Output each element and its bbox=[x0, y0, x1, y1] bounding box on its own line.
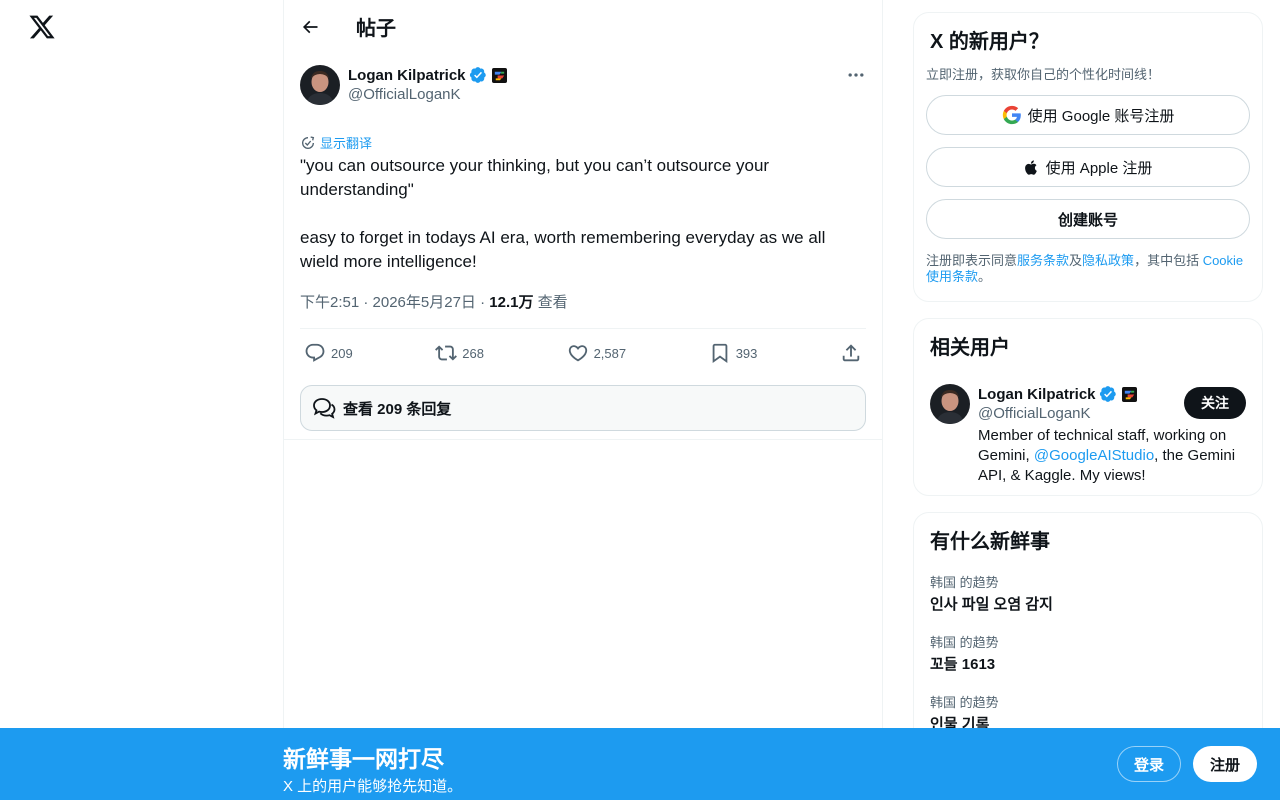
google-signup-button[interactable]: 使用 Google 账号注册 bbox=[926, 95, 1250, 135]
author-name[interactable]: Logan Kilpatrick bbox=[348, 67, 466, 84]
privacy-policy-link[interactable]: 隐私政策 bbox=[1082, 253, 1134, 268]
more-options-icon[interactable] bbox=[846, 65, 866, 85]
related-user-top: Logan Kilpatrick @OfficialLoganK 关注 bbox=[978, 384, 1246, 422]
like-count: 2,587 bbox=[593, 345, 627, 361]
verified-badge-icon bbox=[1099, 386, 1116, 402]
views-count: 12.1万 bbox=[489, 294, 534, 311]
trend-context: 韩国 的趋势 bbox=[930, 695, 999, 710]
related-users-title: 相关用户 bbox=[930, 337, 1010, 359]
create-account-label: 创建账号 bbox=[1057, 211, 1118, 229]
related-user-body: Logan Kilpatrick @OfficialLoganK 关注 Memb… bbox=[978, 384, 1246, 486]
trend-context: 韩国 的趋势 bbox=[930, 635, 999, 650]
right-sidebar: X 的新用户？ 立即注册，获取你自己的个性化时间线！ 使用 Google 账号注… bbox=[913, 12, 1263, 800]
signup-terms: 注册即表示同意服务条款及隐私政策，其中包括 Cookie 使用条款。 bbox=[926, 253, 1250, 285]
terms-and: 及 bbox=[1069, 253, 1083, 268]
translate-label: 显示翻译 bbox=[320, 136, 373, 151]
share-button[interactable] bbox=[840, 342, 862, 364]
author-handle[interactable]: @OfficialLoganK bbox=[348, 86, 846, 103]
login-prompt-bar: 新鲜事一网打尽 X 上的用户能够抢先知道。 登录 注册 bbox=[0, 728, 1280, 800]
trend-name: 인사 파일 오염 감지 bbox=[930, 596, 1053, 613]
apple-signup-label: 使用 Apple 注册 bbox=[1045, 159, 1153, 177]
author-name-line: Logan Kilpatrick bbox=[348, 65, 846, 85]
x-logo-icon[interactable] bbox=[28, 13, 56, 41]
bookmark-button[interactable]: 393 bbox=[709, 342, 758, 364]
login-prompt-text: 新鲜事一网打尽 X 上的用户能够抢先知道。 bbox=[283, 740, 462, 796]
apple-signup-button[interactable]: 使用 Apple 注册 bbox=[926, 147, 1250, 187]
related-user-handle[interactable]: @OfficialLoganK bbox=[978, 405, 1137, 422]
tweet-author-row: Logan Kilpatrick @OfficialLoganK bbox=[300, 65, 866, 105]
create-account-button[interactable]: 创建账号 bbox=[926, 199, 1250, 239]
trend-item[interactable]: 韩国 的趋势 꼬들 1613 bbox=[930, 632, 1246, 674]
tweet: Logan Kilpatrick @OfficialLoganK 显示翻译 "y… bbox=[284, 53, 882, 440]
avatar[interactable] bbox=[300, 65, 340, 105]
meta-separator: · bbox=[475, 294, 490, 311]
terms-end: 。 bbox=[978, 269, 992, 284]
related-user[interactable]: Logan Kilpatrick @OfficialLoganK 关注 Memb… bbox=[930, 384, 1246, 486]
related-user-name[interactable]: Logan Kilpatrick bbox=[978, 386, 1096, 403]
affiliate-badge-icon[interactable] bbox=[491, 67, 507, 83]
signup-subtitle: 立即注册，获取你自己的个性化时间线！ bbox=[926, 67, 1161, 82]
view-replies-button[interactable]: 查看 209 条回复 bbox=[300, 385, 866, 431]
avatar[interactable] bbox=[930, 384, 970, 424]
translate-link[interactable]: 显示翻译 bbox=[300, 133, 372, 152]
divider bbox=[284, 439, 882, 440]
login-prompt-title: 新鲜事一网打尽 bbox=[283, 746, 444, 772]
login-button[interactable]: 登录 bbox=[1117, 746, 1181, 782]
verified-badge-icon bbox=[469, 67, 486, 83]
terms-mid: ，其中包括 bbox=[1134, 253, 1203, 268]
signup-button[interactable]: 注册 bbox=[1193, 746, 1257, 782]
tweet-text: "you can outsource your thinking, but yo… bbox=[300, 156, 826, 271]
related-users-card: 相关用户 Logan Kilpatrick @OfficialLoganK 关注… bbox=[913, 318, 1263, 496]
login-prompt-subtitle: X 上的用户能够抢先知道。 bbox=[283, 778, 463, 795]
translate-icon bbox=[302, 135, 315, 149]
trend-name: 꼬들 1613 bbox=[930, 656, 996, 673]
reply-icon bbox=[305, 343, 325, 362]
signup-title: X 的新用户？ bbox=[930, 31, 1049, 53]
tweet-timestamp[interactable]: 下午2:51 · 2026年5月27日 bbox=[300, 294, 476, 311]
main-column: 帖子 Logan Kilpatrick @OfficialLoganK 显示翻译… bbox=[283, 0, 883, 800]
back-arrow-icon[interactable] bbox=[300, 17, 320, 37]
trend-item[interactable]: 韩国 的趋势 인사 파일 오염 감지 bbox=[930, 572, 1246, 614]
left-nav bbox=[0, 0, 283, 800]
heart-icon bbox=[568, 345, 587, 362]
follow-button[interactable]: 关注 bbox=[1184, 387, 1246, 419]
replies-bubble-icon bbox=[313, 398, 336, 419]
repost-button[interactable]: 268 bbox=[435, 342, 484, 364]
bookmark-icon bbox=[712, 343, 728, 364]
view-replies-label: 查看 209 条回复 bbox=[343, 400, 452, 418]
repost-icon bbox=[435, 345, 458, 361]
related-user-name-line: Logan Kilpatrick bbox=[978, 384, 1137, 404]
page-title: 帖子 bbox=[356, 18, 396, 40]
reply-button[interactable]: 209 bbox=[304, 342, 353, 364]
author-info: Logan Kilpatrick @OfficialLoganK bbox=[348, 65, 846, 103]
page-header: 帖子 bbox=[284, 0, 882, 53]
reply-count: 209 bbox=[331, 345, 353, 361]
tweet-meta: 下午2:51 · 2026年5月27日 · 12.1万 查看 bbox=[300, 291, 866, 329]
views-label: 查看 bbox=[533, 294, 568, 311]
trends-title: 有什么新鲜事 bbox=[930, 531, 1050, 553]
terms-of-service-link[interactable]: 服务条款 bbox=[1017, 253, 1069, 268]
related-user-bio: Member of technical staff, working on Ge… bbox=[978, 426, 1246, 486]
like-button[interactable]: 2,587 bbox=[567, 342, 627, 364]
bookmark-count: 393 bbox=[735, 345, 758, 361]
signup-card: X 的新用户？ 立即注册，获取你自己的个性化时间线！ 使用 Google 账号注… bbox=[913, 12, 1263, 302]
related-user-identity: Logan Kilpatrick @OfficialLoganK bbox=[978, 384, 1137, 422]
repost-count: 268 bbox=[462, 345, 484, 361]
affiliate-badge-icon[interactable] bbox=[1121, 386, 1137, 402]
trend-context: 韩国 的趋势 bbox=[930, 575, 999, 590]
tweet-actions: 209 268 2,587 393 bbox=[300, 329, 866, 377]
share-icon bbox=[842, 344, 860, 362]
terms-prefix: 注册即表示同意 bbox=[926, 253, 1018, 268]
apple-icon bbox=[1024, 159, 1037, 175]
bio-mention-link[interactable]: @GoogleAIStudio bbox=[1034, 447, 1154, 464]
google-icon bbox=[1002, 105, 1021, 125]
google-signup-label: 使用 Google 账号注册 bbox=[1027, 107, 1175, 125]
